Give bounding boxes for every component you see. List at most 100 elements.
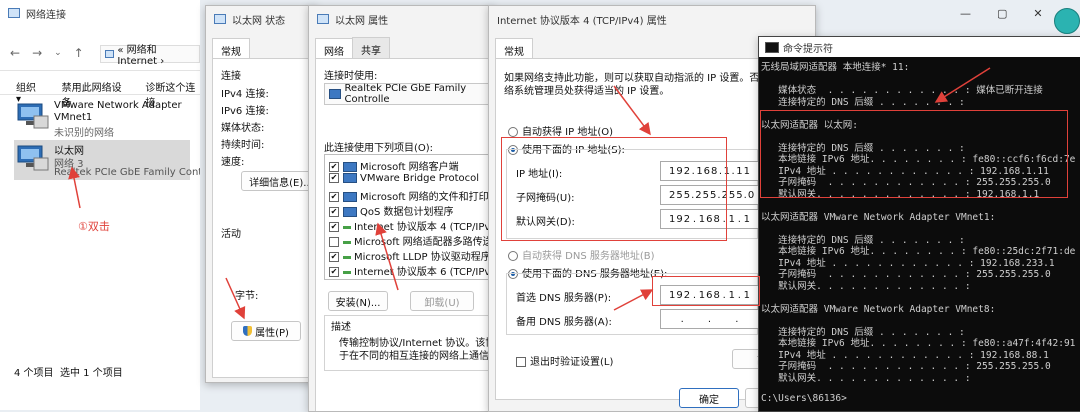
cmd-title: 命令提示符 — [783, 43, 833, 55]
nav-buttons: ← → ⌄ ↑ — [10, 46, 84, 60]
alternate-dns-input[interactable]: ... — [660, 309, 760, 329]
double-click-annotation: ①双击 — [78, 220, 110, 233]
checkbox-icon[interactable]: ✔ — [329, 162, 339, 172]
component-item[interactable]: ✔ Microsoft 网络客户端 — [329, 158, 459, 173]
props-title: 以太网 属性 — [335, 15, 389, 27]
ipv4-titlebar: Internet 协议版本 4 (TCP/IPv4) 属性 — [489, 6, 815, 32]
description-line2: 于在不同的相互连接的网络上通信。 — [339, 351, 494, 362]
details-button[interactable]: 详细信息(E)... — [241, 171, 316, 191]
ip-highlight-box — [501, 137, 727, 241]
component-label: Microsoft 网络客户端 — [360, 162, 459, 173]
radio-icon[interactable] — [508, 251, 518, 261]
component-label: Internet 协议版本 4 (TCP/IPv4) — [354, 222, 494, 233]
ok-button[interactable]: 确定 — [679, 388, 739, 408]
dropdown-chevron-icon[interactable]: ⌄ — [54, 48, 62, 60]
component-label: Microsoft 网络的文件和打印机共享 — [360, 192, 493, 203]
radio-icon[interactable] — [508, 127, 518, 137]
props-titlebar: 以太网 属性 — [309, 6, 493, 32]
install-button[interactable]: 安装(N)... — [328, 291, 388, 311]
component-item[interactable]: ✔ Internet 协议版本 6 (TCP/IPv6) — [329, 263, 494, 278]
checkbox-icon[interactable]: ✔ — [329, 207, 339, 217]
item-count: 4 个项目 — [14, 368, 54, 379]
auto-dns-radio[interactable]: 自动获得 DNS 服务器地址(B) — [508, 247, 655, 262]
component-item[interactable]: ✔ VMware Bridge Protocol — [329, 173, 479, 184]
auto-ip-radio[interactable]: 自动获得 IP 地址(O) — [508, 123, 613, 138]
adapter-field: Realtek PCIe GbE Family Controlle — [324, 83, 493, 105]
activity-section-label: 活动 — [221, 229, 241, 240]
alternate-dns-label: 备用 DNS 服务器(A): — [516, 317, 612, 328]
cmd-line: 连接特定的 DNS 后缀 . . . . . . . : — [761, 96, 965, 108]
protocol-icon — [343, 173, 357, 183]
ipv4-title: Internet 协议版本 4 (TCP/IPv4) 属性 — [497, 15, 667, 27]
explorer-titlebar: 网络连接 — [0, 0, 200, 26]
explorer-title: 网络连接 — [26, 9, 66, 21]
cmd-line: 以太网适配器 VMware Network Adapter VMnet1: — [761, 211, 996, 223]
component-item[interactable]: ✔ Microsoft LLDP 协议驱动程序 — [329, 248, 491, 263]
status-titlebar: 以太网 状态 — [206, 6, 316, 32]
checkbox-icon[interactable]: ✔ — [329, 222, 339, 232]
service-icon — [343, 192, 357, 202]
component-item[interactable]: Microsoft 网络适配器多路传送器协 — [329, 233, 493, 248]
protocol-icon — [343, 270, 351, 274]
network-adapter-icon — [17, 145, 49, 171]
properties-label: 属性(P) — [255, 327, 289, 339]
checkbox-icon[interactable]: ✔ — [329, 192, 339, 202]
network-folder-icon — [8, 8, 20, 18]
app-avatar-icon[interactable] — [1054, 8, 1080, 34]
status-panel: 连接 IPv4 连接: IPv6 连接: 媒体状态: 持续时间: 速度: 详细信… — [212, 58, 316, 378]
preferred-dns-label: 首选 DNS 服务器(P): — [516, 293, 612, 304]
status-row: IPv4 连接: — [221, 89, 269, 100]
minimize-button[interactable]: — — [960, 7, 971, 20]
network-icon — [105, 50, 115, 58]
status-row: 媒体状态: — [221, 123, 265, 134]
adapter-ethernet[interactable]: 以太网 网络 3 Realtek PCIe GbE Family Contr..… — [14, 140, 200, 180]
component-label: Internet 协议版本 6 (TCP/IPv6) — [354, 267, 494, 278]
cmd-line: C:\Users\86136> — [761, 392, 847, 404]
close-button[interactable]: ✕ — [1033, 7, 1042, 20]
checkbox-icon[interactable]: ✔ — [329, 252, 339, 262]
adapter-vmnet1[interactable]: VMware Network Adapter VMnet1 未识别的网络 — [14, 100, 200, 139]
component-item[interactable]: ✔ Microsoft 网络的文件和打印机共享 — [329, 188, 493, 203]
maximize-button[interactable]: ▢ — [997, 7, 1007, 20]
intro-line2: 络系统管理员处获得适当的 IP 设置。 — [504, 86, 670, 97]
cmd-line: 默认网关. . . . . . . . . . . . . : — [761, 280, 971, 292]
network-adapter-icon — [17, 103, 49, 129]
cmd-line: 无线局域网适配器 本地连接* 11: — [761, 62, 910, 73]
shield-icon — [243, 326, 253, 336]
status-title: 以太网 状态 — [232, 15, 286, 27]
validate-label: 退出时验证设置(L) — [530, 357, 614, 368]
adapter-name: VMware Network Adapter — [54, 100, 182, 111]
client-icon — [343, 162, 357, 172]
command-prompt-window: 命令提示符 无线局域网适配器 本地连接* 11: 媒体状态 . . . . . … — [758, 36, 1080, 412]
adapter-line3: Realtek PCIe GbE Family Contr... — [54, 167, 200, 178]
up-arrow-icon[interactable]: ↑ — [74, 46, 84, 60]
back-arrow-icon[interactable]: ← — [10, 46, 20, 60]
description-label: 描述 — [331, 322, 351, 333]
properties-button[interactable]: 属性(P) — [231, 321, 301, 341]
adapter-line3: 未识别的网络 — [54, 128, 114, 139]
component-item[interactable]: ✔ QoS 数据包计划程序 — [329, 203, 454, 218]
status-row: 速度: — [221, 157, 245, 168]
component-item-ipv4[interactable]: ✔ Internet 协议版本 4 (TCP/IPv4) — [329, 218, 494, 233]
bytes-label: 字节: — [235, 291, 259, 302]
connect-using-label: 连接时使用: — [324, 71, 378, 82]
checkbox-icon[interactable]: ✔ — [329, 267, 339, 277]
status-row: 持续时间: — [221, 140, 265, 151]
checkbox-icon[interactable] — [329, 237, 339, 247]
selected-count: 选中 1 个项目 — [60, 368, 123, 379]
component-label: Microsoft LLDP 协议驱动程序 — [354, 252, 491, 263]
uninstall-button[interactable]: 卸载(U) — [410, 291, 474, 311]
adapter-name: Realtek PCIe GbE Family Controlle — [344, 83, 467, 105]
checkbox-icon[interactable]: ✔ — [329, 173, 339, 183]
cmd-line: 默认网关. . . . . . . . . . . . . : — [761, 372, 971, 384]
connect-section-label: 连接 — [221, 71, 241, 82]
terminal-icon — [765, 41, 779, 53]
auto-dns-label: 自动获得 DNS 服务器地址(B) — [522, 251, 655, 262]
adapter-line2: VMnet1 — [54, 112, 93, 123]
cmd-highlight-box — [760, 110, 1068, 198]
protocol-icon — [343, 240, 351, 244]
forward-arrow-icon[interactable]: → — [32, 46, 42, 60]
breadcrumb[interactable]: « 网络和 Internet › — [100, 45, 200, 67]
checkbox-icon[interactable] — [516, 357, 526, 367]
validate-checkbox[interactable]: 退出时验证设置(L) — [516, 353, 613, 368]
